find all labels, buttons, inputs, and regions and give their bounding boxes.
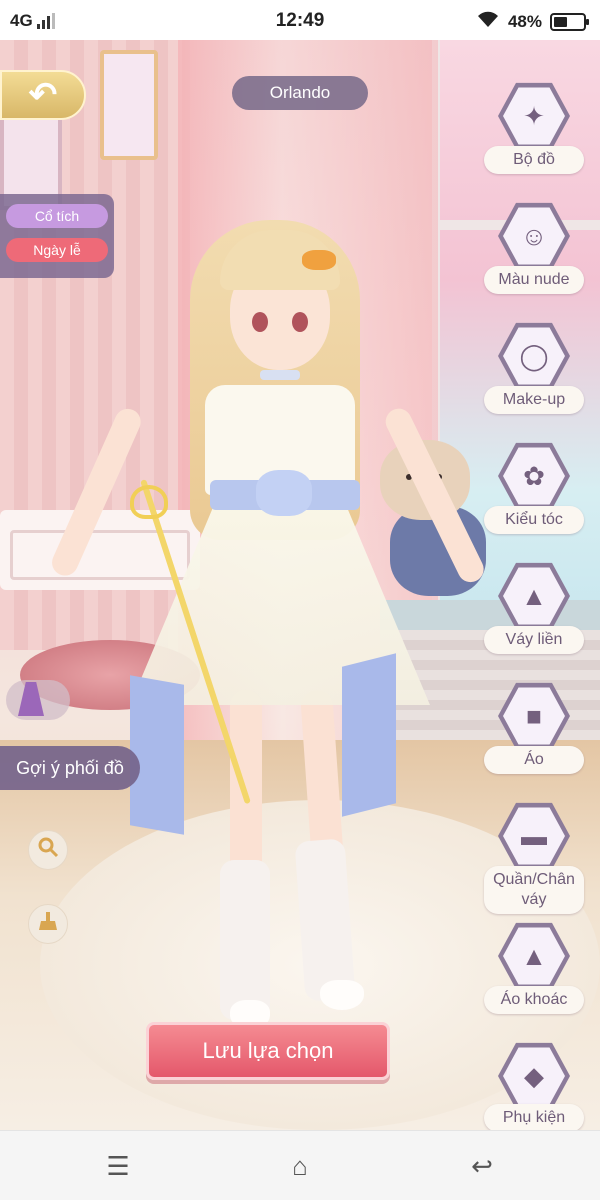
back-button[interactable]: ↶ [0,70,86,120]
menu-label: Make-up [484,386,584,414]
tag-fairy-tale[interactable]: Cổ tích [6,204,108,228]
menu-label: Màu nude [484,266,584,294]
magnifier-icon [37,836,59,864]
menu-icon[interactable]: ☰ [100,1151,136,1181]
broom-icon [37,910,59,938]
wifi-icon [476,10,500,33]
battery-level [554,16,568,27]
clean-button[interactable] [28,904,68,944]
character-hair-bow [302,250,336,270]
back-icon[interactable]: ↩ [464,1151,500,1181]
tag-holiday[interactable]: Ngày lễ [6,238,108,262]
suggest-outfit-button[interactable]: Gợi ý phối đồ [0,746,140,790]
character-sock-left [220,860,270,1020]
status-bar: 4G 12:49 48% [0,0,600,40]
wand-heart [130,485,168,519]
battery-percent: 48% [507,11,542,31]
menu-label: Bộ đồ [484,146,584,174]
battery-icon [550,12,589,31]
character-ribbon-left [130,675,184,835]
character-shoe-right [320,980,364,1010]
character[interactable] [47,220,488,1060]
save-selection-button[interactable]: Lưu lựa chọn [146,1022,390,1080]
character-ribbon-right [342,653,396,817]
menu-label: Kiểu tóc [484,506,584,534]
character-eye [252,312,268,332]
status-right: 48% [476,10,589,33]
menu-label: Váy liền [484,626,584,654]
zoom-button[interactable] [28,830,68,870]
theme-tags: Cổ tích Ngày lễ [0,194,114,278]
menu-label: Quần/Chân váy [484,866,584,914]
menu-label: Áo [484,746,584,774]
navigation-bar: ☰ ⌂ ↩ [0,1130,600,1200]
menu-label: Áo khoác [484,986,584,1014]
character-name: Orlando [232,76,368,110]
character-eye [292,312,308,332]
dress-thumbnail-icon [18,682,44,716]
wall-picture [100,50,158,160]
character-sock-right [294,838,356,1002]
back-arrow-icon: ↶ [28,76,58,114]
home-icon[interactable]: ⌂ [282,1151,318,1181]
suggestion-thumbnail[interactable] [6,680,70,720]
character-bow [256,470,312,516]
menu-label: Phụ kiện [484,1104,584,1132]
character-choker [260,370,300,380]
